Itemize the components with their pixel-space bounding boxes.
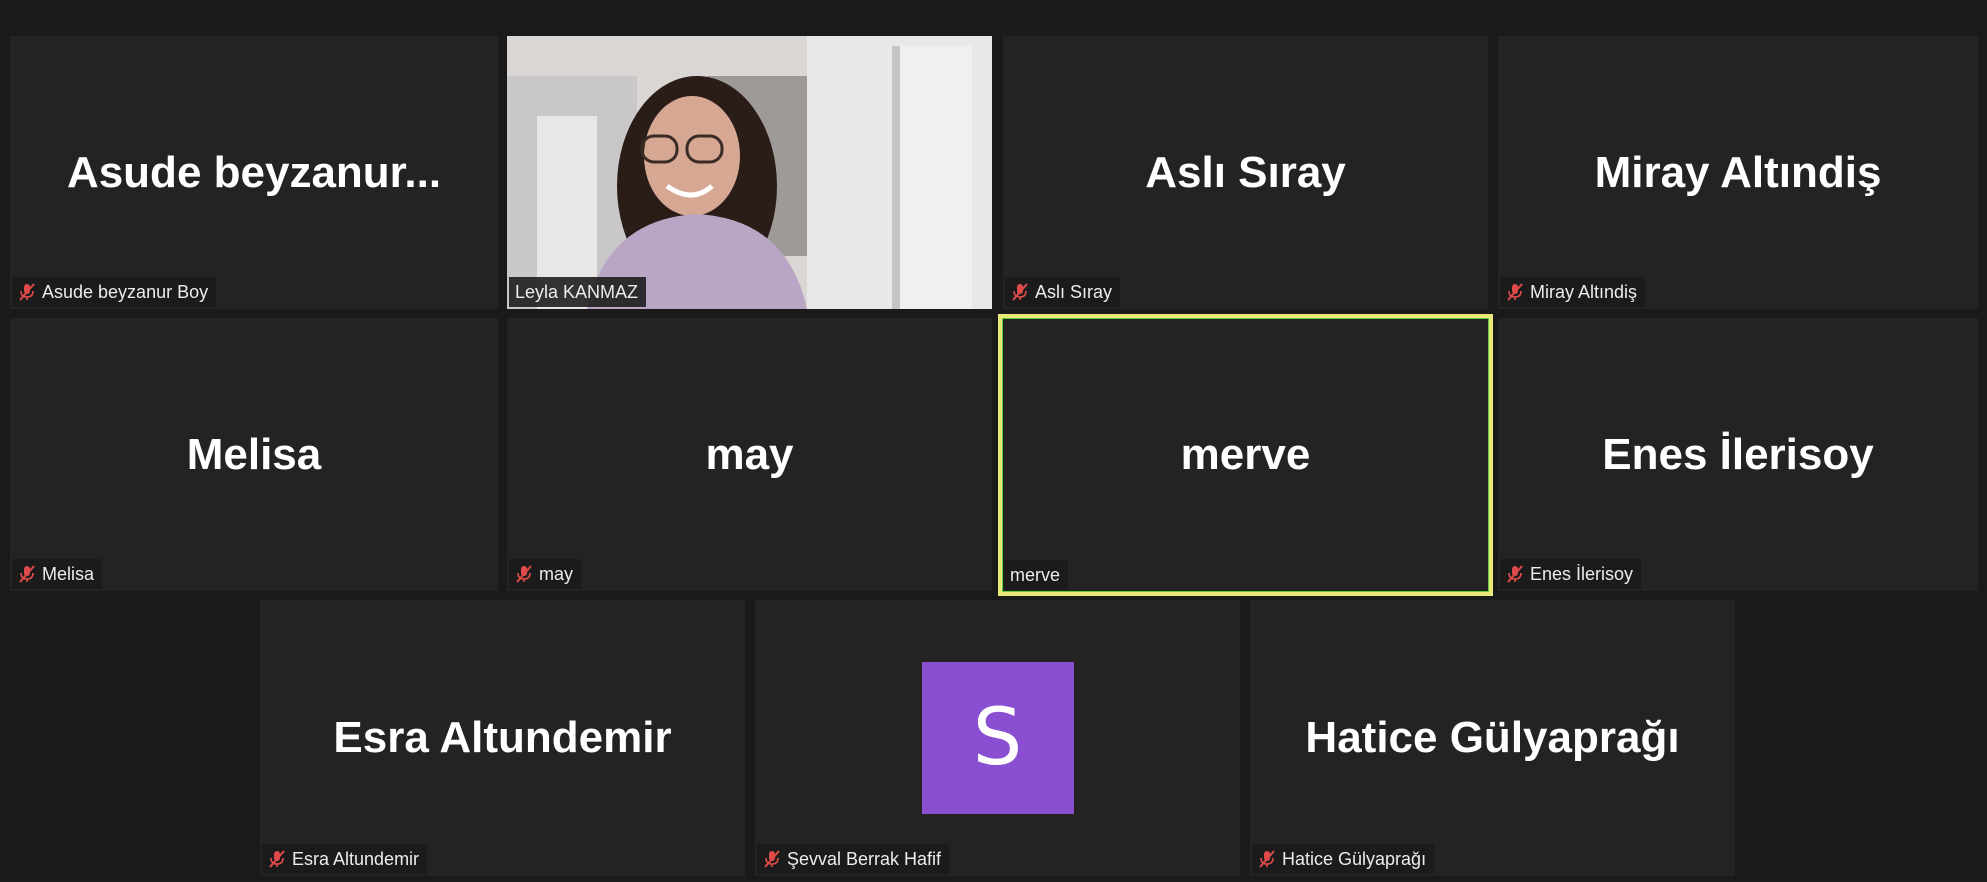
participant-tile-may[interactable]: may may [507, 318, 992, 591]
participant-label-text: Esra Altundemir [292, 849, 420, 869]
mic-muted-icon [1507, 565, 1523, 583]
participant-label-text: Leyla KANMAZ [515, 282, 639, 302]
mic-muted-icon [19, 283, 35, 301]
participant-label-text: Melisa [42, 564, 95, 584]
mic-muted-icon [1259, 850, 1275, 868]
participant-name-label: Enes İlerisoy [1500, 559, 1642, 589]
participant-tile-hatice[interactable]: Hatice Gülyaprağı Hatice Gülyaprağı [1250, 600, 1735, 876]
participant-tile-asli[interactable]: Aslı Sıray Aslı Sıray [1003, 36, 1488, 309]
participant-display-name: Melisa [186, 429, 322, 479]
mic-muted-icon [269, 850, 285, 868]
participant-display-name: may [705, 429, 794, 479]
participant-display-name: Hatice Gülyaprağı [1305, 713, 1680, 762]
participant-display-name: Aslı Sıray [1145, 147, 1346, 197]
participant-tile-miray[interactable]: Miray Altındiş Miray Altındiş [1498, 36, 1978, 309]
participant-tile-asude[interactable]: Asude beyzanur... Asude beyzanur Boy [10, 36, 498, 309]
participant-tile-enes[interactable]: Enes İlerisoy Enes İlerisoy [1498, 318, 1978, 591]
participant-name-label: Aslı Sıray [1005, 277, 1121, 307]
top-bar [0, 0, 1987, 34]
participant-label-text: may [539, 564, 574, 584]
participant-display-name: Esra Altundemir [333, 713, 672, 762]
mic-muted-icon [1507, 283, 1523, 301]
participant-display-name: Miray Altındiş [1594, 147, 1882, 197]
participant-label-text: Hatice Gülyaprağı [1282, 849, 1427, 869]
participant-tile-esra[interactable]: Esra Altundemir Esra Altundemir [260, 600, 745, 876]
participant-video [507, 36, 992, 309]
participant-display-name: Enes İlerisoy [1602, 429, 1874, 479]
avatar: S [921, 662, 1074, 814]
participant-label-text: Şevval Berrak Hafif [787, 849, 942, 869]
participant-label-text: merve [1010, 565, 1061, 585]
participant-label-text: Aslı Sıray [1035, 282, 1113, 302]
participant-name-label: Esra Altundemir [262, 844, 428, 874]
participant-tile-melisa[interactable]: Melisa Melisa [10, 318, 498, 591]
mic-muted-icon [764, 850, 780, 868]
participant-label-text: Asude beyzanur Boy [42, 282, 209, 302]
participant-label-text: Enes İlerisoy [1530, 564, 1634, 584]
participant-tile-leyla[interactable]: Leyla KANMAZ [507, 36, 992, 309]
participant-tile-merve-active-speaker[interactable]: merve merve [998, 314, 1493, 596]
participant-name-label: Leyla KANMAZ [509, 277, 647, 307]
video-frame-image [507, 36, 992, 309]
participant-name-label: may [509, 559, 582, 589]
participant-name-label: Asude beyzanur Boy [12, 277, 217, 307]
participant-display-name: Asude beyzanur... [66, 147, 442, 197]
participant-name-label: Hatice Gülyaprağı [1252, 844, 1435, 874]
participant-name-label: Melisa [12, 559, 103, 589]
participant-name-label: merve [1004, 560, 1069, 590]
participant-label-text: Miray Altındiş [1530, 282, 1638, 302]
participant-tile-sevval[interactable]: S Şevval Berrak Hafif [755, 600, 1240, 876]
mic-muted-icon [19, 565, 35, 583]
participant-display-name: merve [1180, 430, 1311, 479]
participant-name-label: Miray Altındiş [1500, 277, 1646, 307]
mic-muted-icon [1012, 283, 1028, 301]
participant-name-label: Şevval Berrak Hafif [757, 844, 950, 874]
mic-muted-icon [516, 565, 532, 583]
